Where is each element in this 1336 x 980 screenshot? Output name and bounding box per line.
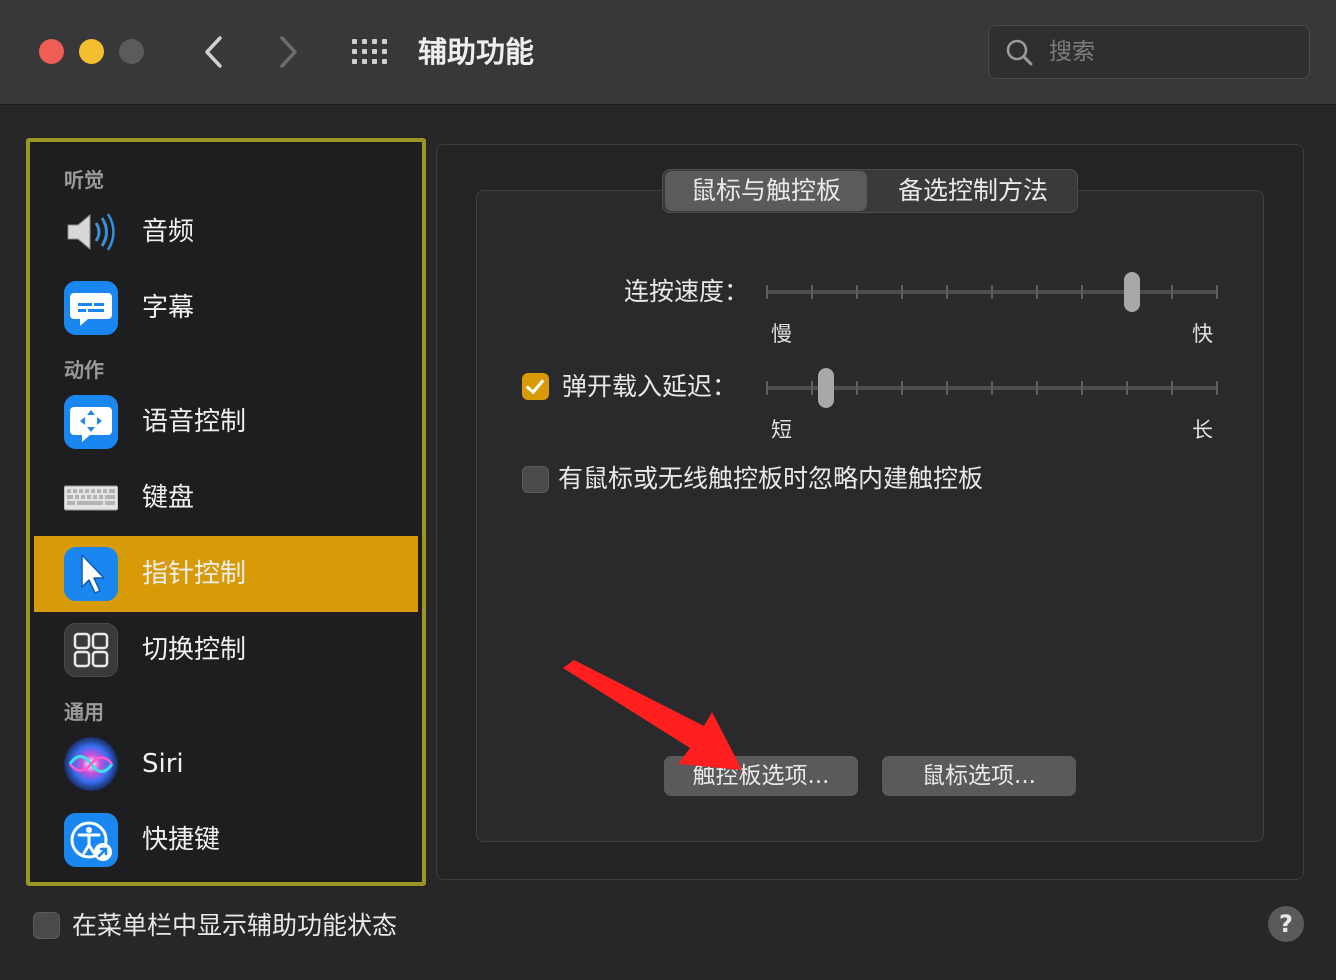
trackpad-options-button[interactable]: 触控板选项... [664,756,858,796]
forward-button[interactable] [268,28,308,76]
section-header-general: 通用 [64,700,104,724]
section-header-hearing: 听觉 [64,168,104,192]
window-title: 辅助功能 [418,35,535,69]
back-button[interactable] [194,28,234,76]
slider-tick [811,285,813,299]
sidebar-item-pointer-control[interactable]: 指针控制 [34,536,418,612]
sidebar-item-label: 音频 [142,217,195,247]
mouse-options-button[interactable]: 鼠标选项... [882,756,1076,796]
slider-tick [1216,381,1218,395]
slider-tick [766,381,768,395]
spring-loading-delay-slider[interactable] [766,368,1218,408]
sidebar-item-label: 快捷键 [142,825,221,855]
slider-tick [901,381,903,395]
search-field[interactable]: 搜索 [988,25,1310,79]
grid-dot [382,49,387,54]
slider-tick [856,285,858,299]
switch-control-icon [64,623,118,677]
tab-bar: 鼠标与触控板 备选控制方法 [662,169,1078,213]
search-input-placeholder: 搜索 [1049,39,1095,65]
speaker-icon [67,213,115,251]
title-bar: 辅助功能 搜索 [0,0,1336,105]
grid-dot [352,39,357,44]
voice-control-icon [64,395,118,449]
grid-dot [352,59,357,64]
slider-tick [811,381,813,395]
ignore-builtin-trackpad-checkbox[interactable] [522,466,549,493]
slider-max-label: 长 [1192,418,1213,442]
slider-max-label: 快 [1192,322,1213,346]
chevron-left-icon [205,36,222,68]
keyboard-icon [64,485,118,511]
minimize-window-button[interactable] [79,39,104,64]
slider-tick [1126,381,1128,395]
slider-tick [1216,285,1218,299]
grid-dot [362,49,367,54]
ignore-builtin-trackpad-label: 有鼠标或无线触控板时忽略内建触控板 [558,464,984,493]
double-click-speed-slider[interactable] [766,272,1218,312]
sidebar-item-audio[interactable]: 音频 [34,194,418,270]
show-all-grid-icon[interactable] [352,38,389,65]
zoom-window-button[interactable] [119,39,144,64]
slider-tick [1036,381,1038,395]
siri-icon [64,737,118,791]
sidebar-item-label: 键盘 [142,483,195,513]
pointer-icon [64,547,118,601]
sidebar-item-label: 指针控制 [142,559,247,589]
slider-tick [991,285,993,299]
sidebar: 听觉 音频 字幕 动作 语音控制 键盘 指针控制 切换控制 通用 Siri 快捷… [26,138,426,886]
spring-loading-checkbox[interactable] [522,373,549,400]
slider-tick [946,285,948,299]
sidebar-item-voice-control[interactable]: 语音控制 [34,384,418,460]
close-window-button[interactable] [39,39,64,64]
captions-icon [64,281,118,335]
slider-tick [1036,285,1038,299]
grid-dot [382,59,387,64]
slider-tick [1081,285,1083,299]
search-icon [1006,39,1033,66]
double-click-speed-label: 连按速度： [624,277,750,306]
grid-dot [372,39,377,44]
grid-dot [372,49,377,54]
grid-dot [362,59,367,64]
sidebar-item-shortcut[interactable]: 快捷键 [34,802,418,878]
accessibility-shortcut-icon [64,813,118,867]
slider-tick [991,381,993,395]
tab-alternate-control[interactable]: 备选控制方法 [869,170,1077,212]
section-header-motor: 动作 [64,358,104,382]
sidebar-item-captions[interactable]: 字幕 [34,270,418,346]
sidebar-item-switch-control[interactable]: 切换控制 [34,612,418,688]
grid-dot [382,39,387,44]
slider-tick [1171,285,1173,299]
sidebar-item-keyboard[interactable]: 键盘 [34,460,418,536]
slider-tick [901,285,903,299]
slider-tick [1081,381,1083,395]
chevron-right-icon [280,36,297,68]
grid-dot [362,39,367,44]
show-status-checkbox[interactable] [33,912,60,939]
slider-tick [1171,381,1173,395]
slider-min-label: 慢 [771,322,792,346]
grid-dot [372,59,377,64]
help-button[interactable]: ? [1268,906,1304,942]
slider-tick [856,381,858,395]
show-status-label: 在菜单栏中显示辅助功能状态 [72,911,398,940]
slider-tick [766,285,768,299]
spring-loading-label: 弹开载入延迟： [562,372,738,401]
sidebar-item-siri[interactable]: Siri [34,726,418,802]
slider-min-label: 短 [771,418,792,442]
sidebar-item-label: 语音控制 [142,407,247,437]
sidebar-item-label: 切换控制 [142,635,247,665]
grid-dot [352,49,357,54]
slider-knob[interactable] [1124,272,1140,312]
tab-mouse-trackpad[interactable]: 鼠标与触控板 [665,171,867,211]
slider-tick [946,381,948,395]
sidebar-item-label: Siri [142,749,184,779]
sidebar-item-label: 字幕 [142,293,195,323]
slider-knob[interactable] [818,368,834,408]
